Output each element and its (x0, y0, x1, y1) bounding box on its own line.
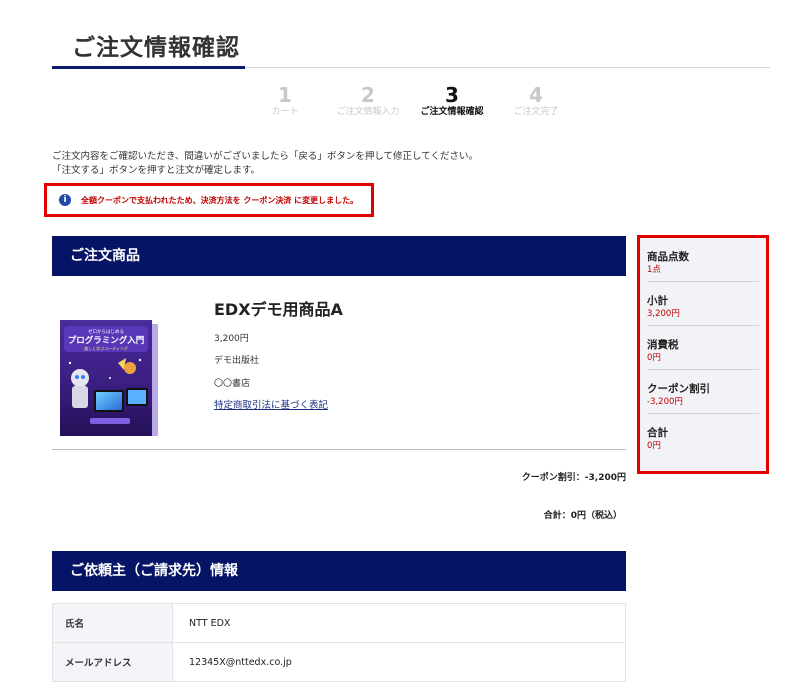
summary-total: 合計 0円 (647, 414, 759, 458)
step-label: カート (271, 107, 299, 117)
order-summary-panel: 商品点数 1点 小計 3,200円 消費税 0円 クーポン割引 -3,200円 … (637, 235, 769, 474)
step-order-input: 2 ご注文情報入力 (328, 84, 408, 118)
step-label: ご注文完了 (513, 107, 559, 117)
summary-coupon-discount: クーポン割引 -3,200円 (647, 370, 759, 414)
step-number: 1 (278, 83, 292, 107)
title-rule-accent (52, 66, 245, 69)
product-price: 3,200円 (214, 334, 249, 344)
summary-label: クーポン割引 (647, 383, 710, 395)
step-number: 2 (361, 83, 375, 107)
email-value: 12345X@nttedx.co.jp (172, 642, 626, 682)
product-cover-image[interactable]: ゼロからはじめる プログラミング入門 楽しく学ぶコーディング (60, 318, 160, 438)
step-cart: 1 カート (245, 84, 325, 118)
step-label: ご注文情報確認 (420, 107, 484, 117)
info-icon: i (59, 194, 71, 206)
summary-label: 消費税 (647, 339, 679, 351)
product-store: 〇〇書店 (214, 379, 251, 389)
coupon-discount-line: クーポン割引：-3,200円 (521, 473, 626, 483)
product-publisher: デモ出版社 (214, 356, 260, 366)
step-number: 3 (445, 83, 459, 107)
confirmation-notice: ご注文内容をご確認いただき、間違いがございましたら「戻る」ボタンを押して修正して… (52, 150, 478, 178)
email-label: メールアドレス (52, 642, 173, 682)
table-row: 氏名 NTT EDX (52, 603, 626, 643)
order-items-heading: ご注文商品 (52, 236, 626, 276)
step-label: ご注文情報入力 (336, 107, 400, 117)
step-order-confirm: 3 ご注文情報確認 (412, 84, 492, 118)
notice-line-1: ご注文内容をご確認いただき、間違いがございましたら「戻る」ボタンを押して修正して… (52, 151, 478, 162)
cover-subtitle: 楽しく学ぶコーディング (84, 345, 128, 351)
summary-value: 0円 (647, 353, 661, 363)
summary-item-count: 商品点数 1点 (647, 238, 759, 282)
billing-info-heading: ご依頼主（ご請求先）情報 (52, 551, 626, 591)
summary-subtotal: 小計 3,200円 (647, 282, 759, 326)
summary-value: 0円 (647, 441, 661, 451)
summary-value: 3,200円 (647, 309, 680, 319)
notice-line-2: 「注文する」ボタンを押すと注文が確定します。 (52, 165, 261, 176)
step-number: 4 (529, 83, 543, 107)
name-value: NTT EDX (172, 603, 626, 643)
step-order-complete: 4 ご注文完了 (496, 84, 576, 118)
summary-label: 商品点数 (647, 251, 689, 263)
summary-label: 小計 (647, 295, 668, 307)
billing-info-table: 氏名 NTT EDX メールアドレス 12345X@nttedx.co.jp (52, 603, 626, 682)
page-title: ご注文情報確認 (72, 35, 240, 61)
cover-title: プログラミング入門 (68, 335, 145, 346)
summary-value: -3,200円 (647, 397, 683, 407)
summary-tax: 消費税 0円 (647, 326, 759, 370)
name-label: 氏名 (52, 603, 173, 643)
coupon-payment-alert: i 全額クーポンで支払われたため、決済方法を クーポン決済 に変更しました。 (44, 183, 374, 217)
alert-text: 全額クーポンで支払われたため、決済方法を クーポン決済 に変更しました。 (81, 195, 359, 205)
table-row: メールアドレス 12345X@nttedx.co.jp (52, 642, 626, 682)
summary-label: 合計 (647, 427, 668, 439)
cover-top-text: ゼロからはじめる (88, 328, 124, 335)
summary-value: 1点 (647, 265, 661, 275)
product-name: EDXデモ用商品A (214, 300, 343, 319)
legal-notice-link[interactable]: 特定商取引法に基づく表記 (214, 397, 328, 411)
order-total-line: 合計：0円（税込） (543, 511, 622, 521)
product-divider (52, 449, 626, 450)
